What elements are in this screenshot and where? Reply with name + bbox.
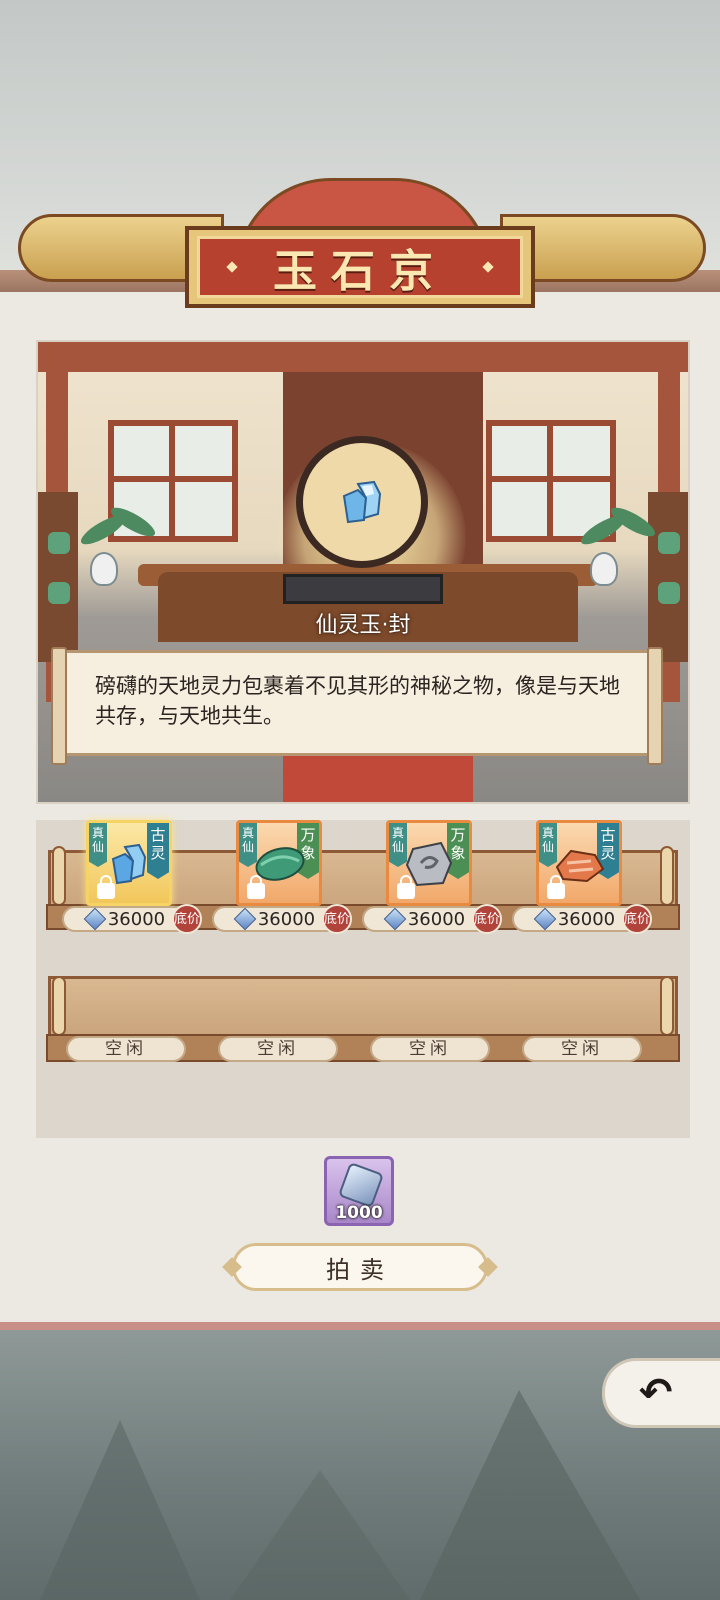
rack-post: [52, 976, 66, 1036]
back-button[interactable]: ↶: [602, 1358, 720, 1428]
plant-pot-left: [90, 552, 118, 586]
jade-decoration: [48, 532, 70, 554]
shelf-item-slot[interactable]: 真仙 古灵: [86, 820, 172, 906]
jade-decoration: [48, 582, 70, 604]
red-carpet: [283, 752, 473, 802]
plant-pot-right: [590, 552, 618, 586]
cost-amount: 1000: [335, 1203, 383, 1223]
lock-icon: [97, 875, 115, 899]
panel-bottom-border: [0, 1322, 720, 1330]
blue-crystal-icon: [342, 480, 382, 524]
lock-icon: [547, 875, 565, 899]
auction-shelves-panel: 真仙 古灵 真仙 万象 真仙 万象 真仙 古灵 36000 底价 36000 底…: [36, 820, 690, 1138]
floor-price-badge: 底价: [472, 904, 502, 934]
spirit-stone-icon: [337, 1161, 385, 1209]
price-value: 36000: [407, 908, 466, 930]
jade-decoration: [658, 532, 680, 554]
rack-post: [660, 846, 674, 906]
page-title: 玉石京: [273, 246, 447, 297]
side-shelf-left: [38, 492, 78, 662]
return-arrow-icon: ↶: [639, 1370, 673, 1416]
price-pill: 36000: [212, 906, 340, 932]
shelf-item-slot[interactable]: 真仙 古灵: [536, 820, 622, 906]
display-pedestal: [283, 574, 443, 604]
lock-icon: [397, 875, 415, 899]
empty-slot-label[interactable]: 空闲: [370, 1036, 490, 1062]
jade-decoration: [658, 582, 680, 604]
side-shelf-right: [648, 492, 688, 662]
featured-item-medallion[interactable]: [296, 436, 428, 568]
price-pill: 36000: [512, 906, 640, 932]
spirit-stone-icon: [383, 907, 407, 931]
price-pill: 36000: [362, 906, 490, 932]
price-value: 36000: [107, 908, 166, 930]
price-value: 36000: [257, 908, 316, 930]
price-value: 36000: [557, 908, 616, 930]
roof-beam: [38, 342, 688, 372]
floor-price-badge: 底价: [172, 904, 202, 934]
floor-price-badge: 底价: [622, 904, 652, 934]
shelf-item-slot[interactable]: 真仙 万象: [386, 820, 472, 906]
rack-post: [660, 976, 674, 1036]
floor-price-badge: 底价: [322, 904, 352, 934]
blue-crystal-icon: [111, 843, 147, 885]
rack-post: [52, 846, 66, 906]
price-pill: 36000: [62, 906, 190, 932]
spirit-stone-icon: [533, 907, 557, 931]
auction-button[interactable]: 拍卖: [232, 1243, 488, 1291]
title-banner: 玉石京: [197, 236, 523, 298]
empty-slot-label[interactable]: 空闲: [522, 1036, 642, 1062]
spirit-stone-icon: [83, 907, 107, 931]
item-description: 磅礴的天地灵力包裹着不见其形的神秘之物，像是与天地共存，与天地共生。: [95, 674, 620, 728]
spirit-stone-icon: [233, 907, 257, 931]
auction-button-label: 拍卖: [326, 1255, 394, 1284]
description-scroll: 磅礴的天地灵力包裹着不见其形的神秘之物，像是与天地共存，与天地共生。: [51, 647, 663, 765]
empty-slot-label[interactable]: 空闲: [218, 1036, 338, 1062]
auction-cost-item[interactable]: 1000: [324, 1156, 394, 1226]
empty-slot-label[interactable]: 空闲: [66, 1036, 186, 1062]
lock-icon: [247, 875, 265, 899]
featured-item-name: 仙灵玉·封: [315, 613, 411, 638]
shelf-item-slot[interactable]: 真仙 万象: [236, 820, 322, 906]
